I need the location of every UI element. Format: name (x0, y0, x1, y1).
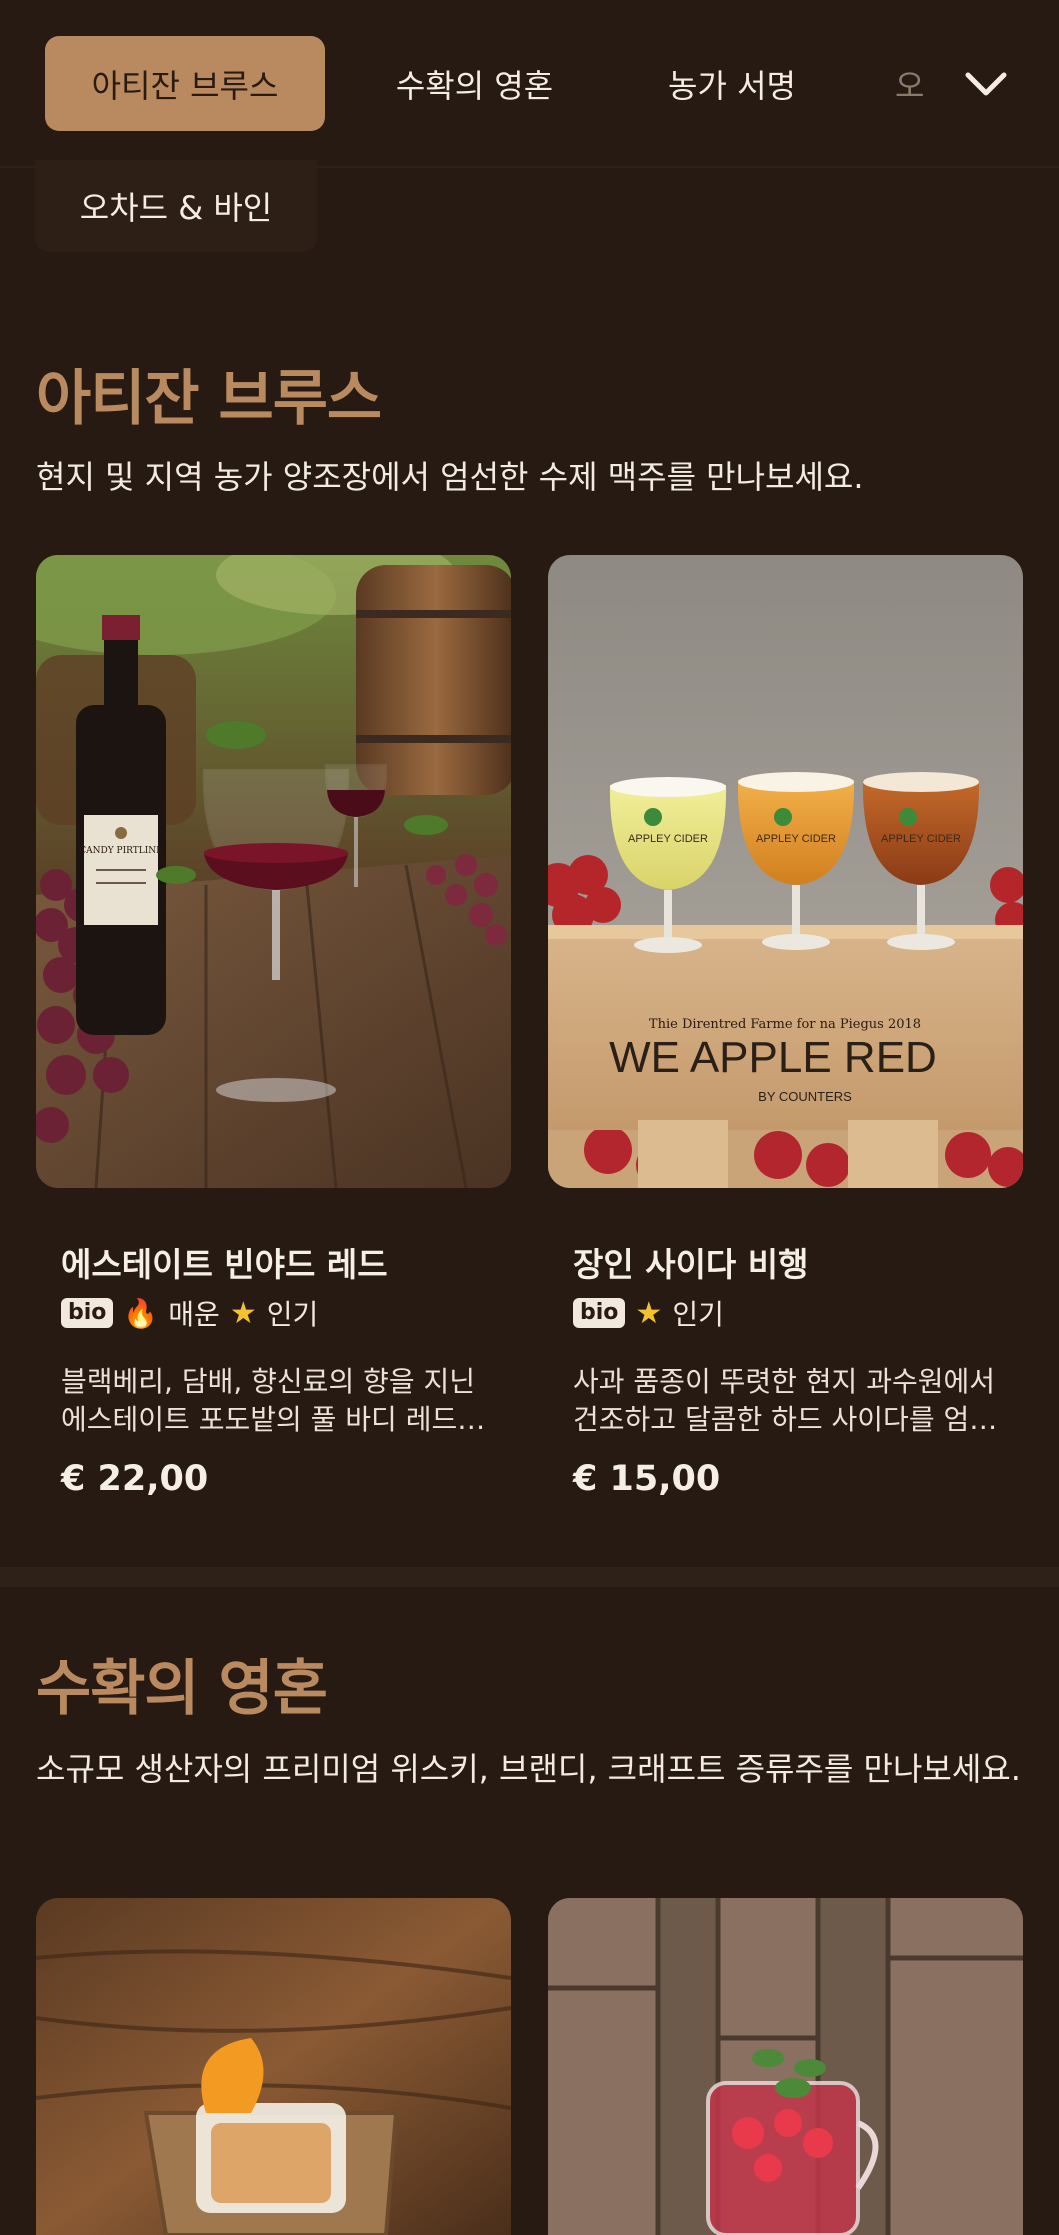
glass-label: APPLEY CIDER (756, 833, 836, 845)
product-image-cider-flight[interactable]: Thie Direntred Farme for na Piegus 2018 … (548, 555, 1023, 1188)
crate-sub-text: BY COUNTERS (758, 1089, 852, 1104)
product-price: € 15,00 (573, 1459, 721, 1499)
section-title: 수확의 영혼 (36, 1654, 328, 1724)
product-name: 장인 사이다 비행 (573, 1245, 809, 1284)
crate-small-text: Thie Direntred Farme for na Piegus 2018 (649, 1017, 921, 1032)
star-icon: ★ (229, 1295, 257, 1331)
description-line: 에스테이트 포도밭의 풀 바디 레드 와인 (61, 1403, 486, 1436)
product-price: € 22,00 (61, 1459, 209, 1499)
product-description: 블랙베리, 담배, 향신료의 향을 지닌 에스테이트 포도밭의 풀 바디 레드 … (61, 1363, 486, 1439)
product-tags: bio 🔥 매운 ★ 인기 (61, 1293, 318, 1333)
product-image-red-wine[interactable]: CANDY PIRTLINE (36, 555, 511, 1188)
glass-label: APPLEY CIDER (881, 833, 961, 845)
description-line: 블랙베리, 담배, 향신료의 향을 지닌 (61, 1365, 476, 1398)
tab-orchard-vine[interactable]: 오차드 & 바인 (35, 160, 317, 252)
bottle-label-text: CANDY PIRTLINE (79, 846, 163, 856)
chevron-down-icon[interactable] (960, 60, 1012, 108)
fire-icon: 🔥 (123, 1296, 159, 1330)
description-line: 사과 품종이 뚜렷한 현지 과수원에서 (573, 1365, 996, 1398)
tab-orchard-partial[interactable]: 오 (895, 36, 955, 131)
product-image-sangria[interactable] (548, 1898, 1023, 2235)
product-image-whiskey[interactable] (36, 1898, 511, 2235)
section-description: 현지 및 지역 농가 양조장에서 엄선한 수제 맥주를 만나보세요. (36, 458, 864, 496)
bio-badge: bio (573, 1298, 626, 1328)
star-icon: ★ (635, 1295, 663, 1331)
crate-big-text: WE APPLE RED (609, 1033, 937, 1082)
section-title: 아티잔 브루스 (36, 364, 382, 434)
tab-artisan-brews[interactable]: 아티잔 브루스 (45, 36, 325, 131)
bio-badge: bio (61, 1298, 114, 1328)
tag-spicy: 매운 (168, 1298, 220, 1331)
section-divider (0, 1567, 1059, 1587)
section-description: 소규모 생산자의 프리미엄 위스키, 브랜디, 크래프트 증류주를 만나보세요. (36, 1750, 1021, 1788)
tab-farm-signatures[interactable]: 농가 서명 (648, 36, 816, 131)
tag-popular: 인기 (266, 1298, 319, 1331)
category-nav: 아티잔 브루스 수확의 영혼 농가 서명 오 (0, 0, 1059, 168)
glass-label: APPLEY CIDER (628, 833, 708, 845)
tag-popular: 인기 (672, 1298, 724, 1331)
product-tags: bio ★ 인기 (573, 1293, 724, 1333)
product-name: 에스테이트 빈야드 레드 (61, 1245, 388, 1284)
description-line: 건조하고 달콤한 하드 사이다를 엄선했습니다 (573, 1403, 998, 1436)
product-description: 사과 품종이 뚜렷한 현지 과수원에서 건조하고 달콤한 하드 사이다를 엄선했… (573, 1363, 998, 1439)
tab-harvest-spirits[interactable]: 수확의 영혼 (372, 36, 577, 131)
